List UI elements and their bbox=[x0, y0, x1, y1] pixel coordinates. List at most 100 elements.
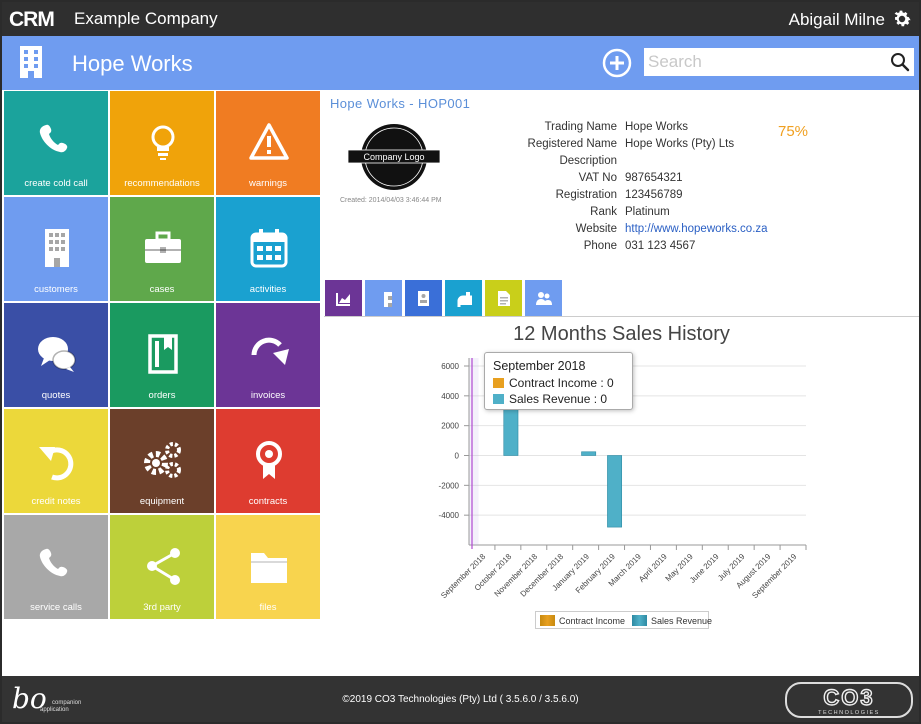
field-registered-name: Registered Name Hope Works (Pty) Lts bbox=[474, 138, 774, 155]
field-value: 123456789 bbox=[625, 189, 683, 201]
crm-logo: CRM bbox=[9, 8, 55, 30]
legend-swatch bbox=[540, 615, 555, 626]
record-header-bar: Hope Works bbox=[2, 36, 919, 90]
settings-gear-icon[interactable] bbox=[891, 8, 913, 30]
tile-3rd-party[interactable]: 3rd party bbox=[110, 515, 214, 619]
field-trading-name: Trading Name Hope Works bbox=[474, 121, 774, 138]
tile-service-calls[interactable]: service calls bbox=[4, 515, 108, 619]
tile-equipment[interactable]: equipment bbox=[110, 409, 214, 513]
tile-create-cold-call[interactable]: create cold call bbox=[4, 91, 108, 195]
tile-label: equipment bbox=[139, 496, 185, 507]
tile-customers[interactable]: customers bbox=[4, 197, 108, 301]
bar-sales-revenue bbox=[607, 455, 623, 528]
search-box bbox=[644, 48, 914, 76]
tile-cases[interactable]: cases bbox=[110, 197, 214, 301]
field-registration: Registration 123456789 bbox=[474, 189, 774, 206]
field-label: Description bbox=[559, 155, 617, 167]
field-label: Phone bbox=[583, 240, 617, 252]
bar-sales-revenue bbox=[581, 451, 597, 456]
calendar-icon bbox=[250, 229, 288, 268]
chart-legend: Contract Income Sales Revenue bbox=[535, 611, 712, 629]
legend-swatch bbox=[632, 615, 647, 626]
user-name[interactable]: Abigail Milne bbox=[789, 10, 885, 30]
company-logo-text: Company Logo bbox=[363, 152, 424, 162]
tab-address-book[interactable] bbox=[405, 280, 442, 316]
tab-calendar[interactable] bbox=[445, 280, 482, 316]
add-circle-icon[interactable] bbox=[602, 48, 632, 78]
field-label: Registered Name bbox=[527, 138, 617, 150]
tab-document[interactable] bbox=[485, 280, 522, 316]
tile-activities[interactable]: activities bbox=[216, 197, 320, 301]
tab-area-chart[interactable] bbox=[325, 280, 362, 316]
legend-item-contract-income[interactable]: Contract Income bbox=[540, 615, 625, 626]
tile-contracts[interactable]: contracts bbox=[216, 409, 320, 513]
search-input[interactable] bbox=[644, 48, 874, 76]
tooltip-swatch bbox=[493, 378, 504, 388]
tile-files[interactable]: files bbox=[216, 515, 320, 619]
undo-arrow-icon bbox=[39, 447, 74, 481]
tile-label: invoices bbox=[250, 390, 286, 401]
field-website: Website http://www.hopeworks.co.za bbox=[474, 223, 774, 240]
tile-label: quotes bbox=[41, 390, 71, 401]
field-rank: Rank Platinum bbox=[474, 206, 774, 223]
completeness-percent: 75% bbox=[778, 123, 809, 140]
tooltip-title: September 2018 bbox=[493, 359, 586, 373]
tile-warnings[interactable]: warnings bbox=[216, 91, 320, 195]
tile-recommendations[interactable]: recommendations bbox=[110, 91, 214, 195]
tile-orders[interactable]: orders bbox=[110, 303, 214, 407]
search-icon[interactable] bbox=[890, 52, 910, 72]
phone-icon bbox=[39, 124, 68, 153]
tooltip-row-contract-income: Contract Income : 0 bbox=[493, 376, 614, 390]
redo-arrow-icon bbox=[251, 337, 289, 365]
company-logo: Company Logo bbox=[347, 124, 441, 190]
tooltip-row-sales-revenue: Sales Revenue : 0 bbox=[493, 392, 607, 406]
tile-label: warnings bbox=[248, 178, 288, 189]
field-vat-no: VAT No 987654321 bbox=[474, 172, 774, 189]
y-tick-label: -4000 bbox=[439, 511, 460, 520]
chat-bubbles-icon bbox=[38, 337, 76, 372]
lightbulb-icon bbox=[151, 125, 175, 160]
share-network-icon bbox=[147, 548, 180, 585]
footer: bo companion application ©2019 CO3 Techn… bbox=[2, 676, 919, 722]
tile-label: create cold call bbox=[24, 178, 88, 189]
field-value: Hope Works (Pty) Lts bbox=[625, 138, 735, 150]
legend-label: Contract Income bbox=[559, 616, 626, 626]
y-tick-label: 0 bbox=[455, 452, 460, 461]
users-icon bbox=[536, 292, 552, 305]
x-tick-label: September 2018 bbox=[439, 552, 488, 601]
tab-building[interactable] bbox=[365, 280, 402, 316]
module-tiles: create cold call recommendations warnings c… bbox=[4, 91, 322, 621]
record-tabs bbox=[324, 279, 919, 317]
created-timestamp: Created: 2014/04/03 3:46:44 PM bbox=[340, 197, 442, 204]
record-breadcrumb[interactable]: Hope Works - HOP001 bbox=[330, 96, 470, 111]
company-name: Example Company bbox=[74, 9, 218, 28]
field-description: Description bbox=[474, 155, 774, 172]
tile-label: credit notes bbox=[31, 496, 81, 507]
chart-tooltip: September 2018 Contract Income : 0 Sales… bbox=[484, 352, 633, 410]
legend-item-sales-revenue[interactable]: Sales Revenue bbox=[632, 615, 712, 626]
tile-label: cases bbox=[149, 284, 175, 295]
building-icon bbox=[384, 292, 392, 307]
tile-label: recommendations bbox=[124, 178, 200, 189]
field-phone: Phone 031 123 4567 bbox=[474, 240, 774, 257]
tile-label: service calls bbox=[30, 602, 82, 613]
building-icon bbox=[45, 229, 69, 267]
tile-label: 3rd party bbox=[143, 602, 181, 613]
tile-invoices[interactable]: invoices bbox=[216, 303, 320, 407]
gears-icon bbox=[144, 442, 181, 478]
tile-quotes[interactable]: quotes bbox=[4, 303, 108, 407]
legend-label: Sales Revenue bbox=[651, 616, 713, 626]
tile-label: contracts bbox=[248, 496, 288, 507]
address-book-icon bbox=[418, 291, 429, 306]
tab-users[interactable] bbox=[525, 280, 562, 316]
book-icon bbox=[148, 334, 178, 374]
briefcase-icon bbox=[145, 231, 181, 263]
tile-credit-notes[interactable]: credit notes bbox=[4, 409, 108, 513]
field-label: VAT No bbox=[578, 172, 617, 184]
field-label: Website bbox=[575, 223, 617, 235]
website-link[interactable]: http://www.hopeworks.co.za bbox=[625, 223, 768, 235]
document-icon bbox=[498, 291, 510, 306]
calendar-icon bbox=[457, 292, 472, 307]
app-window: CRM Example Company Abigail Milne Hope W… bbox=[0, 0, 921, 724]
page-title: Hope Works bbox=[72, 51, 193, 76]
